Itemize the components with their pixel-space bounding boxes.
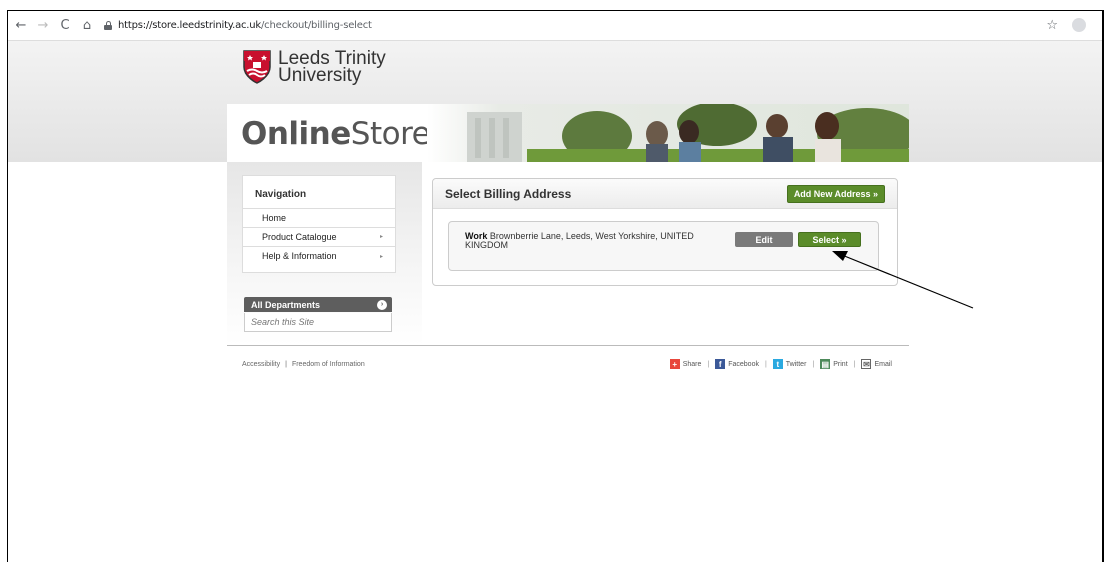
address-card: Work Brownberrie Lane, Leeds, West Yorks… (448, 221, 879, 271)
address-bar[interactable]: https://store.leedstrinity.ac.uk/checkou… (104, 20, 372, 31)
url-text[interactable]: https://store.leedstrinity.ac.uk/checkou… (118, 20, 372, 31)
forward-icon[interactable]: → (34, 17, 52, 35)
online-store-title[interactable]: OnlineStore (241, 116, 431, 152)
share-icon: + (669, 359, 680, 369)
facebook-icon: f (715, 359, 726, 369)
departments-dropdown[interactable]: All Departments › (244, 297, 392, 312)
facebook-label: Facebook (728, 360, 759, 368)
panel-header: Select Billing Address Add New Address » (433, 179, 897, 209)
profile-avatar-icon[interactable] (1072, 18, 1086, 32)
url-path: /checkout/billing-select (261, 20, 372, 31)
web-page: Leeds Trinity University OnlineStore Nav… (8, 41, 1102, 562)
share-label: Share (682, 360, 702, 368)
address-line: Brownberrie Lane, Leeds, West Yorkshire,… (465, 231, 694, 250)
print-button[interactable]: ▤ Print (820, 359, 848, 369)
accessibility-link[interactable]: Accessibility (242, 361, 280, 368)
university-logo[interactable]: Leeds Trinity University (242, 49, 386, 85)
facebook-button[interactable]: f Facebook (715, 359, 759, 369)
search-input[interactable] (244, 313, 392, 332)
bookmark-star-icon[interactable]: ☆ (1046, 18, 1058, 33)
browser-toolbar: ← → C ⌂ https://store.leedstrinity.ac.uk… (8, 11, 1102, 41)
nav-item-label: Help & Information (262, 251, 337, 261)
freedom-of-information-link[interactable]: Freedom of Information (292, 361, 365, 368)
arrow-circle-icon[interactable]: › (377, 299, 387, 310)
billing-address-panel: Select Billing Address Add New Address »… (432, 178, 898, 286)
nav-item-home[interactable]: Home (243, 209, 395, 228)
print-label: Print (833, 360, 848, 368)
footer-links: Accessibility | Freedom of Information (242, 361, 365, 368)
nav-item-help-information[interactable]: Help & Information ▸ (243, 247, 395, 266)
email-button[interactable]: ✉ Email (861, 359, 892, 369)
store-title-bold: Online (241, 116, 351, 152)
university-name-line2: University (278, 65, 362, 86)
university-name: Leeds Trinity University (278, 49, 386, 86)
address-text: Work Brownberrie Lane, Leeds, West Yorks… (465, 232, 725, 250)
lock-icon (104, 21, 112, 30)
twitter-icon: t (772, 359, 783, 369)
share-bar: + Share | f Facebook | t Twitter | ▤ Print |… (669, 359, 892, 369)
submenu-arrow-icon: ▸ (379, 253, 383, 260)
submenu-arrow-icon: ▸ (379, 234, 383, 240)
select-address-button[interactable]: Select » (798, 232, 861, 247)
share-separator: | (853, 360, 856, 368)
nav-item-label: Home (262, 212, 287, 223)
share-separator: | (764, 360, 767, 368)
reload-icon[interactable]: C (56, 17, 74, 35)
add-new-address-button[interactable]: Add New Address » (786, 184, 885, 203)
departments-label: All Departments (251, 299, 321, 310)
share-separator: | (707, 360, 710, 368)
back-icon[interactable]: ← (12, 17, 30, 35)
store-title-light: Store (350, 116, 431, 152)
home-icon[interactable]: ⌂ (78, 17, 96, 35)
url-host: https://store.leedstrinity.ac.uk (118, 20, 262, 31)
panel-title: Select Billing Address (445, 186, 572, 201)
navigation-heading: Navigation (243, 176, 395, 209)
store-banner: OnlineStore (227, 104, 909, 162)
crest-icon (243, 50, 271, 84)
twitter-label: Twitter (785, 360, 807, 368)
edit-address-button[interactable]: Edit (735, 232, 793, 247)
nav-item-label: Product Catalogue (262, 231, 337, 242)
navigation-box: Navigation Home Product Catalogue ▸ Help… (242, 175, 396, 273)
nav-item-product-catalogue[interactable]: Product Catalogue ▸ (243, 228, 395, 247)
footer-divider (227, 345, 909, 346)
students-banner-image (427, 104, 909, 162)
email-icon: ✉ (861, 359, 872, 369)
share-separator: | (812, 360, 815, 368)
footer-separator: | (285, 361, 287, 368)
site-search: All Departments › (244, 297, 392, 332)
print-icon: ▤ (820, 359, 831, 369)
share-button[interactable]: + Share (669, 359, 702, 369)
twitter-button[interactable]: t Twitter (772, 359, 807, 369)
email-label: Email (874, 360, 892, 368)
